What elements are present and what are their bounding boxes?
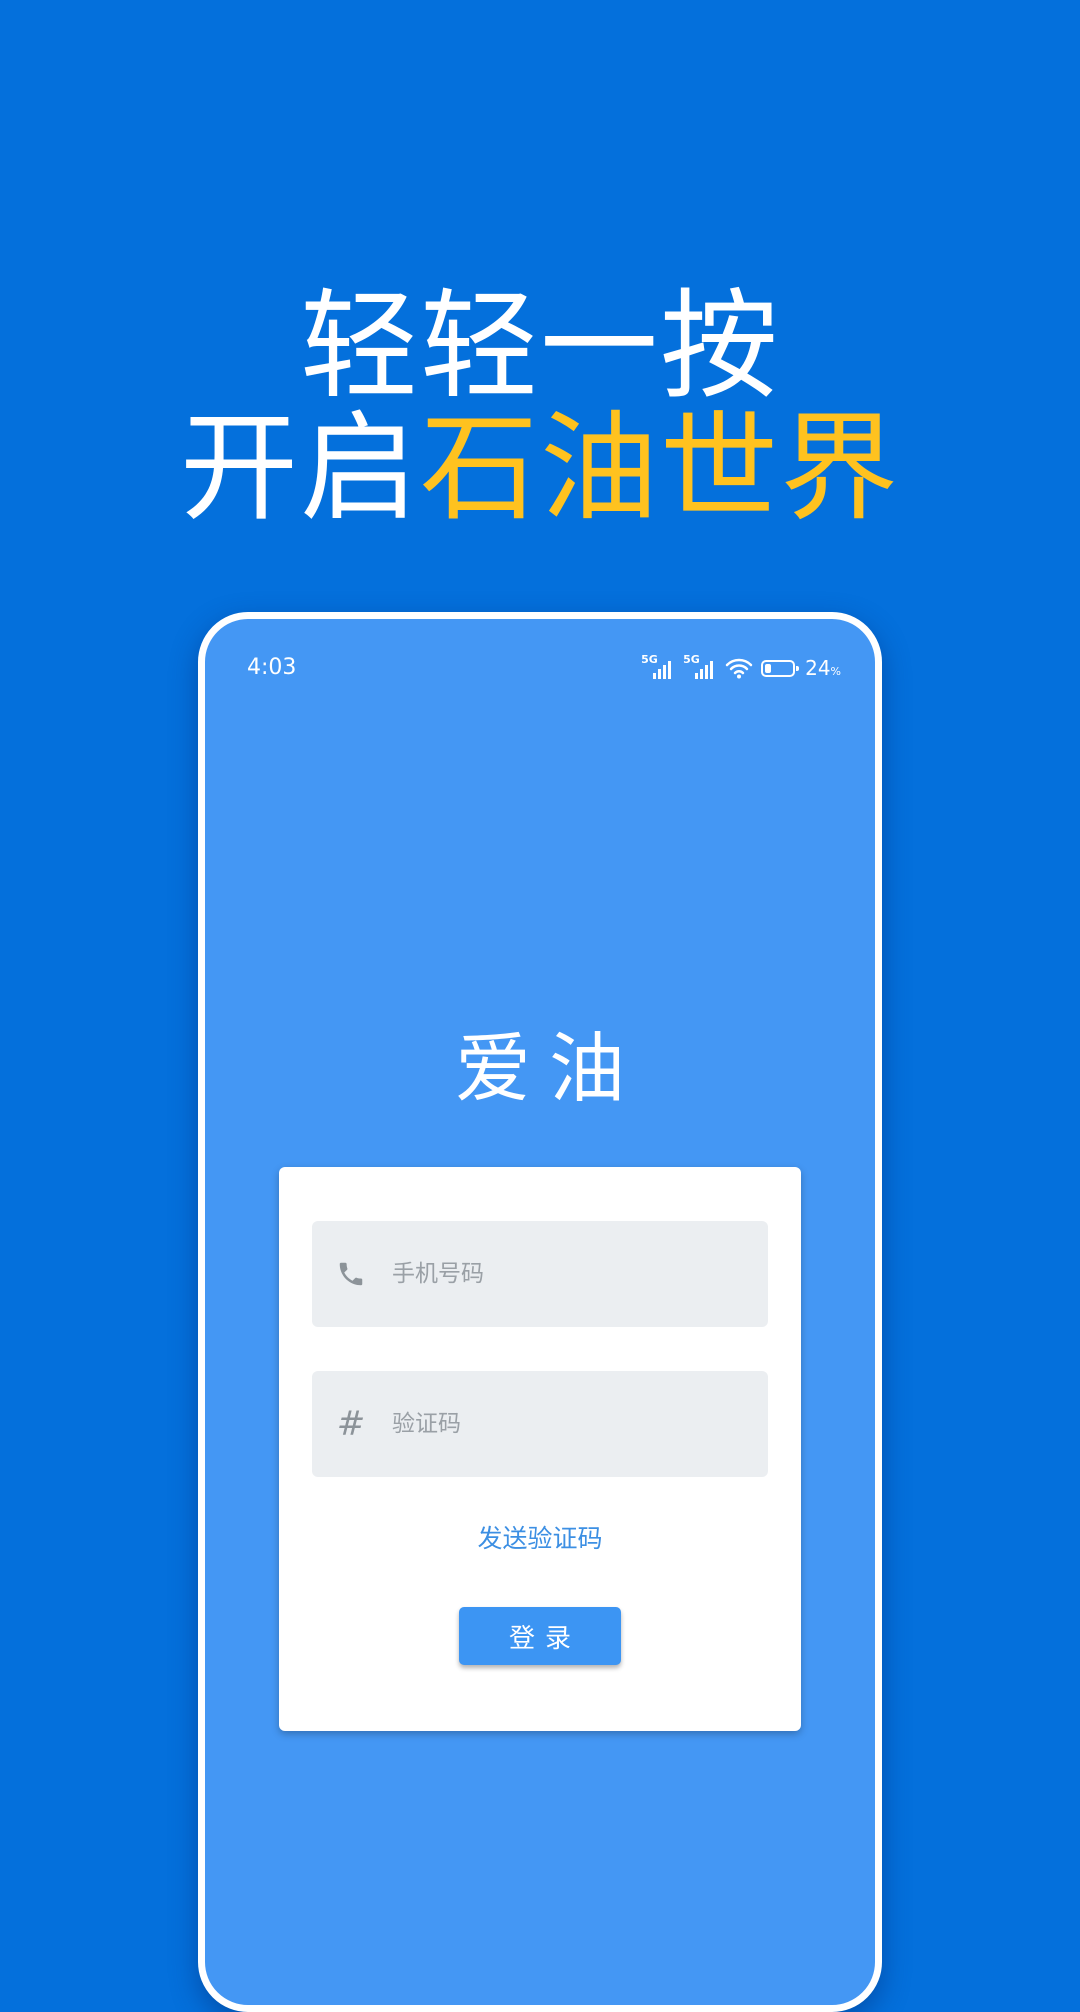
promo-line2-prefix: 开启 [179,399,420,537]
phone-mockup: 4:03 5G 5G 24% 爱油 手机号码 # 验证码 发送验证码 登录 [198,612,882,2012]
battery-percentage-value: 24 [805,656,831,680]
battery-icon [761,659,800,677]
phone-field[interactable] [312,1221,768,1327]
battery-percentage: 24% [805,656,841,680]
status-time: 4:03 [247,655,297,680]
phone-number-input[interactable] [390,1260,754,1288]
promo-line1-text: 轻轻一按 [299,277,780,415]
verification-code-input[interactable] [390,1410,754,1438]
promo-headline-line2: 开启石油世界 [0,408,1080,528]
app-title: 爱油 [455,1024,643,1113]
cellular-signal-icon: 5G [683,653,717,679]
login-button[interactable]: 登录 [459,1607,621,1665]
battery-percentage-unit: % [830,665,841,678]
login-card: # 发送验证码 登录 [279,1167,801,1731]
hash-icon: # [336,1404,366,1444]
wifi-icon [725,658,753,679]
cellular-signal-icon: 5G [641,653,675,679]
send-code-link[interactable]: 发送验证码 [279,1519,801,1555]
status-icons: 5G 5G 24% [641,653,841,681]
phone-icon [334,1257,368,1291]
battery-level-fill [765,663,772,673]
verification-code-field[interactable]: # [312,1371,768,1477]
promo-line2-highlight: 石油世界 [420,399,901,537]
promo-headline-line1: 轻轻一按 [0,286,1080,406]
